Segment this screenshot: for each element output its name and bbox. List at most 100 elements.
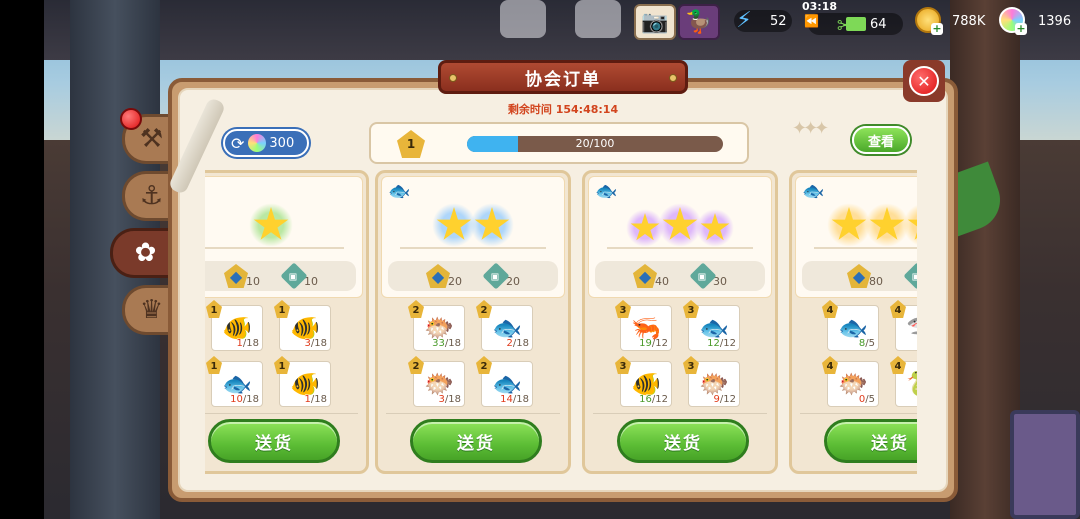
fish-count: 14/18 bbox=[500, 394, 529, 405]
camera-icon[interactable]: 📷 bbox=[634, 4, 676, 40]
fish-requirements: 2 🐡 33/18 2 🐟 2/18 2 🐡 3/18 2 🐟 14/18 bbox=[378, 300, 568, 407]
fish-count: 10/18 bbox=[230, 394, 259, 405]
tier-badge: 4 bbox=[822, 300, 838, 318]
fish-requirement[interactable]: 3 🐟 12/12 bbox=[683, 300, 740, 351]
hammer-icon: ⚒ bbox=[139, 124, 164, 154]
eel-icon: 🐍 bbox=[906, 370, 917, 398]
fish-requirement[interactable]: 2 🐟 2/18 bbox=[476, 300, 533, 351]
coin-icon: + bbox=[912, 4, 944, 36]
duck-event-icon[interactable]: 🦆 bbox=[678, 4, 720, 40]
reward-row: ◆ 40 ◈ 30 bbox=[595, 261, 765, 291]
reward-amount: 80 bbox=[869, 275, 883, 288]
reward: ◆ 80 bbox=[847, 264, 883, 288]
refresh-cost: 300 bbox=[269, 135, 295, 151]
view-button[interactable]: 查看 bbox=[852, 126, 910, 154]
difficulty-stars bbox=[589, 203, 771, 247]
guild-point-icon: ◆ bbox=[224, 264, 248, 288]
ribbon-stud-right bbox=[669, 74, 677, 82]
difficulty-stars bbox=[796, 203, 917, 247]
star-icon bbox=[249, 203, 293, 247]
card-header: 🐟 ◆ 40 ◈ 30 bbox=[588, 176, 772, 298]
anchor-icon: ⚓ bbox=[139, 181, 164, 211]
deliver-button[interactable]: 送货 bbox=[410, 419, 542, 463]
tier-badge: 1 bbox=[206, 356, 222, 374]
fish-requirement[interactable]: 2 🐟 14/18 bbox=[476, 356, 533, 407]
order-cards-viewport[interactable]: ◆ 10 ◈ 10 1 🐠 1/18 1 🐠 3/18 1 🐟 10/18 1 … bbox=[205, 170, 917, 474]
order-card: ◆ 10 ◈ 10 1 🐠 1/18 1 🐠 3/18 1 🐟 10/18 1 … bbox=[205, 170, 369, 474]
reward: ◆ 10 bbox=[224, 264, 260, 288]
close-button[interactable]: ✕ bbox=[903, 60, 945, 102]
guild-point-icon: ◆ bbox=[633, 264, 657, 288]
coin-counter[interactable]: + 788K bbox=[915, 7, 995, 35]
shark-icon: 🦈 bbox=[906, 314, 917, 342]
fish-requirement[interactable]: 3 🐡 9/12 bbox=[683, 356, 740, 407]
energy-value: 52 bbox=[770, 13, 787, 29]
fish-count: 8/5 bbox=[858, 338, 875, 349]
reward: ◈ bbox=[903, 262, 917, 290]
fish-requirement[interactable]: 3 🦐 19/12 bbox=[615, 300, 672, 351]
fish-count: 3/18 bbox=[438, 394, 461, 405]
divider bbox=[205, 247, 344, 249]
fish-requirement[interactable]: 2 🐡 33/18 bbox=[408, 300, 465, 351]
deliver-button[interactable]: 送货 bbox=[208, 419, 340, 463]
fish-count: 12/12 bbox=[707, 338, 736, 349]
divider bbox=[814, 247, 917, 249]
tier-badge: 1 bbox=[274, 300, 290, 318]
tier-badge: 2 bbox=[408, 300, 424, 318]
fish-count: 33/18 bbox=[432, 338, 461, 349]
ticket-icon: ◈ bbox=[903, 262, 917, 290]
reward-amount: 40 bbox=[655, 275, 669, 288]
star-icon bbox=[432, 203, 476, 247]
difficulty-stars bbox=[382, 203, 564, 247]
fish-requirement[interactable]: 1 🐠 3/18 bbox=[274, 300, 331, 351]
energy-counter[interactable]: ⚡ 52 bbox=[734, 8, 792, 34]
remaining-time: 剩余时间 154:48:14 bbox=[507, 103, 619, 116]
deliver-button[interactable]: 送货 bbox=[824, 419, 917, 463]
difficulty-stars bbox=[205, 203, 362, 247]
guild-point-icon: ◆ bbox=[847, 264, 871, 288]
food-value: 64 bbox=[870, 16, 887, 32]
card-header: 🐟 ◆ 80 ◈ bbox=[795, 176, 917, 298]
reward-row: ◆ 80 ◈ bbox=[802, 261, 917, 291]
close-icon: ✕ bbox=[909, 66, 939, 96]
reward: ◈ 30 bbox=[689, 262, 727, 290]
fish-requirement[interactable]: 1 🐠 1/18 bbox=[274, 356, 331, 407]
reward-row: ◆ 10 ◈ 10 bbox=[205, 261, 356, 291]
ribbon-stud-left bbox=[449, 74, 457, 82]
fish-requirement[interactable]: 4 🦈 bbox=[890, 300, 917, 351]
panel-title-ribbon: 协会订单 bbox=[438, 60, 688, 94]
hud-ghost-button-2[interactable] bbox=[575, 0, 621, 38]
gem-counter[interactable]: + 1396 bbox=[999, 7, 1080, 35]
reward-amount: 20 bbox=[448, 275, 462, 288]
fish-requirement[interactable]: 1 🐠 1/18 bbox=[206, 300, 263, 351]
deliver-button[interactable]: 送货 bbox=[617, 419, 749, 463]
progress-bar: 20/100 bbox=[467, 136, 723, 152]
refresh-orders-button[interactable]: ⟳ 300 bbox=[223, 129, 309, 157]
star-icon bbox=[827, 203, 871, 247]
reward: ◆ 40 bbox=[633, 264, 669, 288]
fish-requirement[interactable]: 4 🐡 0/5 bbox=[822, 356, 879, 407]
food-counter[interactable]: 03:18 ⏪ ✂ 64 bbox=[802, 0, 903, 39]
star-icon bbox=[658, 203, 702, 247]
fish-requirement[interactable]: 1 🐟 10/18 bbox=[206, 356, 263, 407]
tier-badge: 4 bbox=[890, 356, 906, 374]
coin-value: 788K bbox=[952, 13, 986, 29]
star-icon bbox=[903, 203, 917, 247]
fish-requirement[interactable]: 3 🐠 16/12 bbox=[615, 356, 672, 407]
fish-count: 3/18 bbox=[304, 338, 327, 349]
fish-count: 0/5 bbox=[858, 394, 875, 405]
star-icon bbox=[696, 209, 734, 247]
tier-badge: 2 bbox=[408, 356, 424, 374]
tier-badge: 2 bbox=[476, 356, 492, 374]
star-icon bbox=[626, 209, 664, 247]
fish-requirement[interactable]: 4 🐟 8/5 bbox=[822, 300, 879, 351]
card-header: ◆ 10 ◈ 10 bbox=[205, 176, 363, 298]
divider bbox=[205, 413, 358, 414]
reward: ◈ 20 bbox=[482, 262, 520, 290]
fish-requirements: 1 🐠 1/18 1 🐠 3/18 1 🐟 10/18 1 🐠 1/18 bbox=[205, 300, 366, 407]
guild-point-icon: ◆ bbox=[426, 264, 450, 288]
notification-dot bbox=[120, 108, 142, 130]
hud-ghost-button-1[interactable] bbox=[500, 0, 546, 38]
fish-requirement[interactable]: 2 🐡 3/18 bbox=[408, 356, 465, 407]
fish-requirement[interactable]: 4 🐍 bbox=[890, 356, 917, 407]
